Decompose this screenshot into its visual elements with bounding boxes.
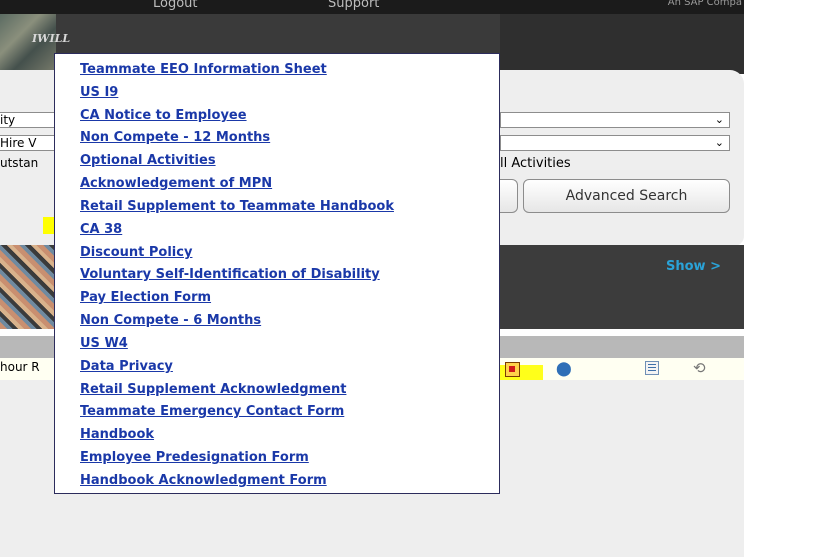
search-icon[interactable]: ⬤ (556, 361, 572, 377)
menu-item-retail-supplement-handbook[interactable]: Retail Supplement to Teammate Handbook (80, 196, 394, 218)
logout-link[interactable]: Logout (153, 0, 198, 11)
column-header-hour: hour R (0, 360, 40, 374)
menu-item-voluntary-self-identification[interactable]: Voluntary Self-Identification of Disabil… (80, 264, 380, 286)
top-nav-bar: Logout Support An SAP Compa (0, 0, 744, 14)
show-link[interactable]: Show > (666, 259, 721, 274)
list-icon[interactable] (645, 361, 659, 375)
banner-right (500, 14, 744, 74)
outstanding-label[interactable]: utstan (0, 156, 38, 170)
menu-item-pay-election-form[interactable]: Pay Election Form (80, 287, 211, 309)
search-button[interactable] (500, 179, 518, 213)
menu-item-ca-notice-to-employee[interactable]: CA Notice to Employee (80, 105, 247, 127)
menu-item-handbook-acknowledgment-form[interactable]: Handbook Acknowledgment Form (80, 470, 327, 492)
chevron-down-icon: ⌄ (714, 136, 724, 149)
menu-item-handbook[interactable]: Handbook (80, 424, 154, 446)
menu-item-ca-38[interactable]: CA 38 (80, 219, 122, 241)
menu-item-employee-predesignation-form[interactable]: Employee Predesignation Form (80, 447, 309, 469)
filter-select-1[interactable]: ity (0, 112, 55, 128)
all-activities-label[interactable]: ll Activities (500, 156, 571, 171)
menu-item-discount-policy[interactable]: Discount Policy (80, 242, 192, 264)
pdf-icon[interactable] (505, 362, 520, 377)
menu-item-non-compete-6-months[interactable]: Non Compete - 6 Months (80, 310, 261, 332)
menu-item-data-privacy[interactable]: Data Privacy (80, 356, 173, 378)
filter-select-1-value: ity (0, 113, 16, 127)
forms-dropdown-menu: Teammate EEO Information Sheet US I9 CA … (54, 53, 500, 494)
company-label: An SAP Compa (667, 0, 742, 8)
menu-item-teammate-emergency-contact-form[interactable]: Teammate Emergency Contact Form (80, 401, 344, 423)
menu-item-optional-activities[interactable]: Optional Activities (80, 150, 216, 172)
chevron-down-icon: ⌄ (714, 113, 724, 126)
advanced-search-button[interactable]: Advanced Search (523, 179, 730, 213)
banner-photo-text: IWILL (32, 32, 71, 45)
refresh-icon[interactable]: ⟲ (693, 359, 706, 377)
filter-select-2-value: Hire V (0, 136, 37, 150)
menu-item-non-compete-12-months[interactable]: Non Compete - 12 Months (80, 127, 270, 149)
menu-item-teammate-eeo-information-sheet[interactable]: Teammate EEO Information Sheet (80, 59, 327, 81)
menu-item-us-i9[interactable]: US I9 (80, 82, 118, 104)
menu-item-acknowledgement-of-mpn[interactable]: Acknowledgement of MPN (80, 173, 272, 195)
support-link[interactable]: Support (328, 0, 379, 11)
filter-select-1-dropdown[interactable]: ⌄ (500, 112, 730, 128)
menu-item-retail-supplement-acknowledgment[interactable]: Retail Supplement Acknowledgment (80, 379, 346, 401)
crowd-photo (0, 245, 56, 329)
filter-select-2-dropdown[interactable]: ⌄ (500, 135, 730, 151)
menu-item-us-w4[interactable]: US W4 (80, 333, 128, 355)
filter-select-2[interactable]: Hire V (0, 135, 55, 151)
